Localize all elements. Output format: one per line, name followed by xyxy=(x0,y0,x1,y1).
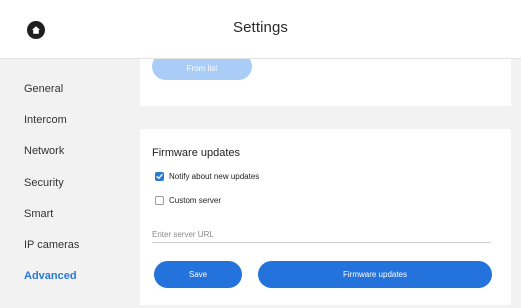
server-url-input[interactable] xyxy=(152,227,491,243)
section-title: Firmware updates xyxy=(152,147,241,159)
notify-updates-label: Notify about new updates xyxy=(169,172,260,181)
custom-server-label: Custom server xyxy=(169,196,222,205)
notify-updates-checkbox[interactable]: Notify about new updates xyxy=(155,172,259,181)
firmware-updates-card: Firmware updates Notify about new update… xyxy=(140,129,511,305)
from-list-button[interactable]: From list xyxy=(152,59,252,80)
checkbox-unchecked-icon xyxy=(155,196,164,205)
checkbox-checked-icon xyxy=(155,172,164,181)
sidebar-item-advanced[interactable]: Advanced xyxy=(24,270,77,282)
top-bar: Settings xyxy=(0,0,521,59)
sidebar-item-smart[interactable]: Smart xyxy=(24,208,53,220)
sidebar-item-general[interactable]: General xyxy=(24,83,63,95)
sidebar-item-security[interactable]: Security xyxy=(24,177,64,189)
sidebar-item-ip-cameras[interactable]: IP cameras xyxy=(24,239,79,251)
firmware-update-button[interactable]: Firmware updates xyxy=(258,261,492,288)
sidebar: General Intercom Network Security Smart … xyxy=(0,59,137,308)
custom-server-checkbox[interactable]: Custom server xyxy=(155,196,221,205)
sidebar-item-network[interactable]: Network xyxy=(24,145,64,157)
save-button[interactable]: Save xyxy=(154,261,242,288)
sidebar-item-intercom[interactable]: Intercom xyxy=(24,114,67,126)
previous-settings-card: From list xyxy=(140,59,511,106)
page-title: Settings xyxy=(233,19,288,36)
